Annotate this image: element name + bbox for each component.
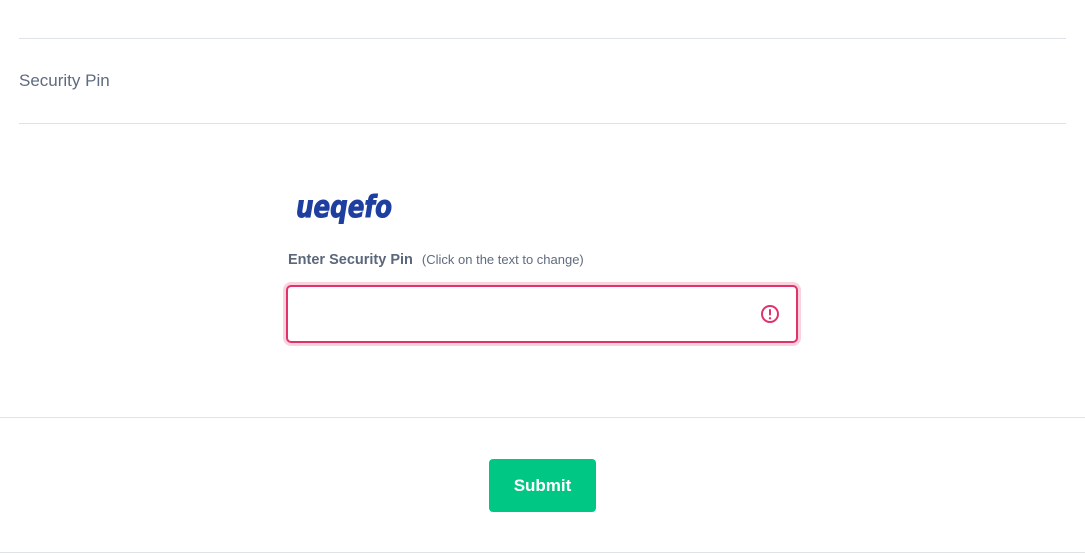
security-pin-page: Security Pin ueqefo Enter Security Pin (C… bbox=[0, 0, 1085, 555]
alert-circle-icon bbox=[761, 305, 779, 323]
captcha-image[interactable]: ueqefo bbox=[294, 180, 402, 230]
security-pin-input[interactable] bbox=[288, 287, 772, 341]
bottom-divider bbox=[0, 552, 1085, 553]
section-title: Security Pin bbox=[19, 71, 110, 90]
pin-field[interactable] bbox=[286, 285, 798, 343]
form-divider bbox=[0, 417, 1085, 418]
section-divider bbox=[19, 123, 1066, 124]
pin-label: Enter Security Pin bbox=[288, 252, 413, 268]
pin-label-row: Enter Security Pin (Click on the text to … bbox=[288, 250, 584, 270]
captcha-text: ueqefo bbox=[296, 190, 392, 225]
submit-button[interactable]: Submit bbox=[489, 459, 596, 512]
top-divider bbox=[19, 38, 1066, 39]
pin-hint: (Click on the text to change) bbox=[421, 252, 584, 267]
